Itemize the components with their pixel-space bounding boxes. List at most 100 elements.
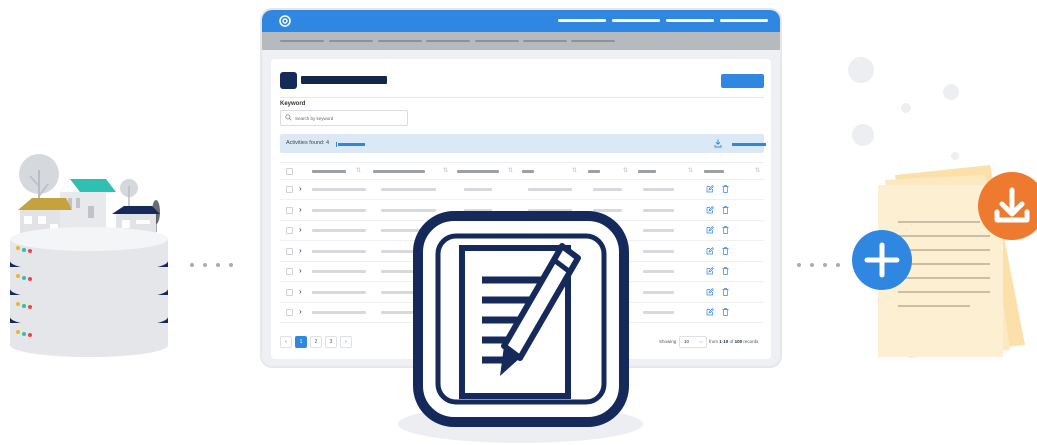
- sort-arrows-icon[interactable]: ⇅: [623, 167, 628, 175]
- table-row[interactable]: ›: [280, 179, 764, 200]
- column-header[interactable]: [457, 170, 499, 173]
- activities-link-placeholder[interactable]: [338, 143, 365, 146]
- row-checkbox[interactable]: [286, 186, 293, 193]
- column-header[interactable]: [312, 170, 346, 173]
- sub-nav-item[interactable]: [571, 40, 615, 42]
- activities-count-text: Activities found: 4: [286, 140, 330, 146]
- keyword-label: Keyword: [280, 101, 306, 107]
- search-box: [280, 110, 408, 126]
- page-title-placeholder: [301, 76, 387, 84]
- sort-arrows-icon[interactable]: ⇅: [443, 167, 448, 175]
- page-size-value: 10: [684, 339, 690, 344]
- column-header[interactable]: [704, 170, 724, 173]
- table-cell: [643, 188, 674, 191]
- edit-icon[interactable]: [706, 247, 714, 255]
- table-cell: [464, 188, 492, 191]
- nav-item-placeholder[interactable]: [612, 19, 660, 22]
- column-header[interactable]: [638, 170, 656, 173]
- table-cell: [312, 270, 366, 273]
- trash-icon[interactable]: [722, 185, 729, 193]
- sort-arrows-icon[interactable]: ⇅: [572, 167, 577, 175]
- chevron-down-icon: ⌵: [699, 339, 703, 345]
- pagination-next[interactable]: ›: [340, 336, 352, 348]
- edit-icon[interactable]: [706, 226, 714, 234]
- page-icon: [280, 72, 297, 89]
- chevron-right-icon[interactable]: ›: [299, 225, 302, 234]
- pagination-page-3[interactable]: 3: [325, 336, 337, 348]
- table-cell: [643, 291, 674, 294]
- page-size-select[interactable]: 10 ⌵: [679, 336, 707, 348]
- top-nav-bar: [262, 10, 780, 32]
- download-icon[interactable]: [714, 139, 722, 148]
- chevron-right-icon[interactable]: ›: [299, 307, 302, 316]
- trash-icon[interactable]: [722, 288, 729, 296]
- sort-arrows-icon[interactable]: ⇅: [508, 167, 513, 175]
- chevron-right-icon[interactable]: ›: [299, 184, 302, 193]
- activities-accent: [336, 142, 337, 147]
- nav-item-placeholder[interactable]: [666, 19, 714, 22]
- sort-arrows-icon[interactable]: ⇅: [688, 167, 693, 175]
- sub-nav-item[interactable]: [475, 40, 519, 42]
- column-header[interactable]: [588, 170, 600, 173]
- records-range-text: from 1-10 of 100 records: [709, 339, 759, 344]
- table-header: ⇅ ⇅ ⇅ ⇅ ⇅ ⇅ ⇅: [280, 162, 764, 180]
- edit-icon[interactable]: [706, 308, 714, 316]
- chevron-right-icon[interactable]: ›: [299, 205, 302, 214]
- sub-nav-item[interactable]: [329, 40, 373, 42]
- pagination-prev[interactable]: ‹: [280, 336, 292, 348]
- sub-nav-item[interactable]: [378, 40, 422, 42]
- column-header[interactable]: [373, 170, 425, 173]
- table-cell: [643, 209, 674, 212]
- table-cell: [643, 270, 674, 273]
- sub-nav-item[interactable]: [426, 40, 470, 42]
- search-input[interactable]: [295, 113, 400, 123]
- pagination-page-1[interactable]: 1: [295, 336, 307, 348]
- column-header[interactable]: [522, 170, 534, 173]
- row-checkbox[interactable]: [286, 227, 293, 234]
- sub-nav-item[interactable]: [280, 40, 324, 42]
- trash-icon[interactable]: [722, 206, 729, 214]
- table-cell: [643, 250, 674, 253]
- row-checkbox[interactable]: [286, 289, 293, 296]
- row-checkbox[interactable]: [286, 248, 293, 255]
- chevron-right-icon[interactable]: ›: [299, 266, 302, 275]
- activities-bar: Activities found: 4: [280, 134, 766, 153]
- trash-icon[interactable]: [722, 308, 729, 316]
- table-cell: [381, 188, 436, 191]
- export-link-placeholder[interactable]: [732, 143, 766, 146]
- nav-item-placeholder[interactable]: [720, 19, 768, 22]
- table-cell: [312, 229, 366, 232]
- chevron-right-icon[interactable]: ›: [299, 287, 302, 296]
- edit-icon[interactable]: [706, 288, 714, 296]
- row-checkbox[interactable]: [286, 309, 293, 316]
- edit-icon[interactable]: [706, 206, 714, 214]
- edit-icon[interactable]: [706, 185, 714, 193]
- chevron-right-icon[interactable]: ›: [299, 246, 302, 255]
- table-cell: [643, 229, 674, 232]
- trash-icon[interactable]: [722, 226, 729, 234]
- sub-nav-item[interactable]: [523, 40, 567, 42]
- documents-illustration: [848, 57, 1037, 358]
- select-all-checkbox[interactable]: [286, 168, 293, 175]
- nav-item-placeholder[interactable]: [558, 19, 606, 22]
- row-checkbox[interactable]: [286, 268, 293, 275]
- database-illustration: [10, 154, 168, 357]
- trash-icon[interactable]: [722, 267, 729, 275]
- trash-icon[interactable]: [722, 247, 729, 255]
- table-cell: [593, 188, 622, 191]
- edit-icon[interactable]: [706, 267, 714, 275]
- spiral-logo-icon[interactable]: [279, 15, 291, 27]
- document-edit-icon: [413, 211, 629, 427]
- table-cell: [312, 311, 366, 314]
- primary-action-button[interactable]: [721, 74, 764, 88]
- pagination-page-2[interactable]: 2: [310, 336, 322, 348]
- sort-arrows-icon[interactable]: ⇅: [356, 167, 361, 175]
- table-cell: [312, 291, 366, 294]
- table-cell: [312, 188, 366, 191]
- row-checkbox[interactable]: [286, 207, 293, 214]
- connector-dots-right: [797, 263, 845, 267]
- table-cell: [312, 250, 366, 253]
- sort-arrows-icon[interactable]: ⇅: [755, 167, 760, 175]
- divider: [280, 97, 764, 98]
- search-icon: [285, 114, 292, 121]
